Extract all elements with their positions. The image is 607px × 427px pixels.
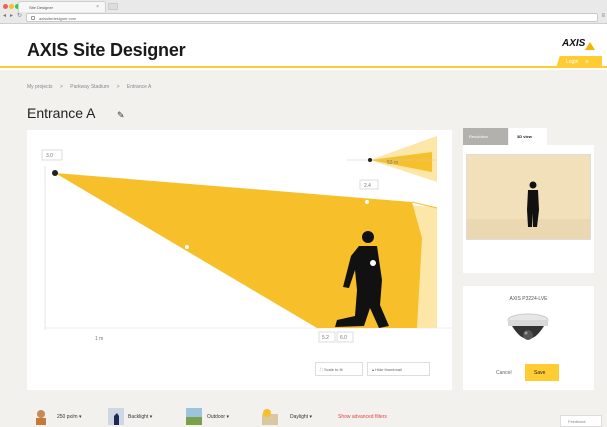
- show-advanced-filters-link[interactable]: Show advanced filters: [338, 414, 387, 420]
- pencil-edit-icon[interactable]: ✎: [117, 110, 125, 121]
- scale-to-fit-button[interactable]: ⛶ Scale to fit: [315, 362, 363, 376]
- tab-3d-view[interactable]: 3D view: [509, 128, 547, 145]
- address-bar[interactable]: axissitedesigner.com: [26, 13, 598, 22]
- axis-logo-triangle-icon: [585, 42, 595, 50]
- backlight-label: Backlight: [128, 414, 149, 420]
- distance-label-1: 5.2: [322, 335, 329, 341]
- top-dim-label: 2.4: [364, 183, 371, 189]
- resolution-value: 250 px/m: [57, 414, 78, 420]
- chevron-down-icon: ▾: [309, 414, 312, 420]
- fov-handle-icon[interactable]: [365, 200, 369, 204]
- page-icon: [31, 16, 35, 20]
- environment-dropdown[interactable]: Outdoor ▾: [207, 414, 229, 420]
- chevron-down-icon: ▾: [78, 414, 82, 420]
- breadcrumb-parkway-stadium[interactable]: Parkway Stadium: [70, 84, 109, 90]
- close-window-icon[interactable]: [3, 4, 8, 9]
- browser-tab[interactable]: Site Designer ×: [18, 1, 106, 12]
- browser-menu-icon[interactable]: ≡: [601, 13, 605, 19]
- menu-lines-icon: ≡: [585, 59, 589, 65]
- camera-position-icon[interactable]: [52, 170, 58, 176]
- login-label: Login: [566, 59, 579, 65]
- camera-product-icon: [507, 313, 549, 340]
- scene-person-icon: [527, 181, 539, 227]
- face-resolution-icon: [36, 410, 46, 425]
- login-button[interactable]: Login ≡: [556, 56, 602, 68]
- expand-icon: ⛶: [320, 367, 323, 372]
- scale-label: 1 m: [95, 336, 103, 342]
- product-panel: AXIS P3224-LVE Cancel Save: [463, 286, 594, 390]
- distance-label-2: 6.0: [340, 335, 347, 341]
- hide-thumbnail-label: Hide thumbnail: [375, 367, 402, 372]
- cancel-button[interactable]: Cancel: [490, 366, 520, 380]
- outdoor-icon: [186, 408, 202, 425]
- breadcrumb: My projects > Parkway Stadium > Entrance…: [27, 84, 157, 90]
- product-model-name: AXIS P3224-LVE: [509, 296, 548, 302]
- resolution-dropdown[interactable]: 250 px/m ▾: [57, 414, 81, 420]
- hide-thumbnail-button[interactable]: ▴ Hide thumbnail: [367, 362, 430, 376]
- chevron-down-icon: ▾: [226, 414, 229, 420]
- breadcrumb-entrance-a[interactable]: Entrance A: [127, 84, 151, 90]
- chevron-down-icon: ▾: [149, 414, 153, 420]
- breadcrumb-separator: >: [116, 84, 120, 90]
- outdoor-label: Outdoor: [207, 414, 226, 420]
- daylight-icon: [262, 409, 278, 425]
- browser-chrome: Site Designer × ◂ ▸ ↻ axissitedesigner.c…: [0, 0, 607, 24]
- content-area: My projects > Parkway Stadium > Entrance…: [0, 70, 607, 427]
- forward-arrow-icon[interactable]: ▸: [10, 12, 13, 19]
- tab-resolution[interactable]: Resolution: [463, 128, 508, 145]
- coverage-diagram-panel: 3.0 53 m 2.4 5.2 6.0 1 m: [27, 130, 452, 393]
- breadcrumb-my-projects[interactable]: My projects: [27, 84, 53, 90]
- view-panel: Resolution 3D view: [463, 128, 594, 273]
- minimize-window-icon[interactable]: [9, 4, 14, 9]
- top-view-camera-icon: [368, 158, 372, 162]
- reload-icon[interactable]: ↻: [17, 12, 22, 19]
- inset-label: 53 m: [387, 160, 398, 166]
- scale-to-fit-label: Scale to fit: [323, 367, 343, 372]
- feedback-button[interactable]: Feedback: [560, 415, 602, 427]
- address-text: axissitedesigner.com: [39, 16, 77, 21]
- fov-handle-icon[interactable]: [185, 245, 189, 249]
- browser-tab-title: Site Designer: [29, 5, 54, 10]
- app-title: AXIS Site Designer: [27, 40, 186, 60]
- axis-logo: AXIS: [562, 38, 586, 49]
- top-view-thumbnail[interactable]: 53 m 2.4: [347, 136, 437, 190]
- save-button[interactable]: Save: [525, 364, 559, 381]
- new-tab-button[interactable]: [108, 3, 118, 10]
- filter-bar: 250 px/m ▾ Backlight ▾ Outdoor ▾ Dayligh…: [0, 400, 607, 427]
- backlight-dropdown[interactable]: Backlight ▾: [128, 414, 152, 420]
- height-label: 3.0: [46, 153, 53, 159]
- back-arrow-icon[interactable]: ◂: [3, 12, 6, 19]
- feedback-label: Feedback: [568, 419, 586, 424]
- tab-close-icon[interactable]: ×: [96, 4, 99, 10]
- lighting-dropdown[interactable]: Daylight ▾: [290, 414, 312, 420]
- page-title: Entrance A: [27, 105, 96, 121]
- backlight-icon: [108, 408, 124, 425]
- 3d-scene[interactable]: [466, 154, 591, 240]
- coverage-diagram: 3.0 53 m 2.4 5.2 6.0 1 m: [41, 136, 452, 393]
- chevron-up-icon: ▴: [372, 367, 375, 372]
- breadcrumb-separator: >: [59, 84, 63, 90]
- daylight-label: Daylight: [290, 414, 309, 420]
- app-header: AXIS Site Designer AXIS: [0, 24, 607, 68]
